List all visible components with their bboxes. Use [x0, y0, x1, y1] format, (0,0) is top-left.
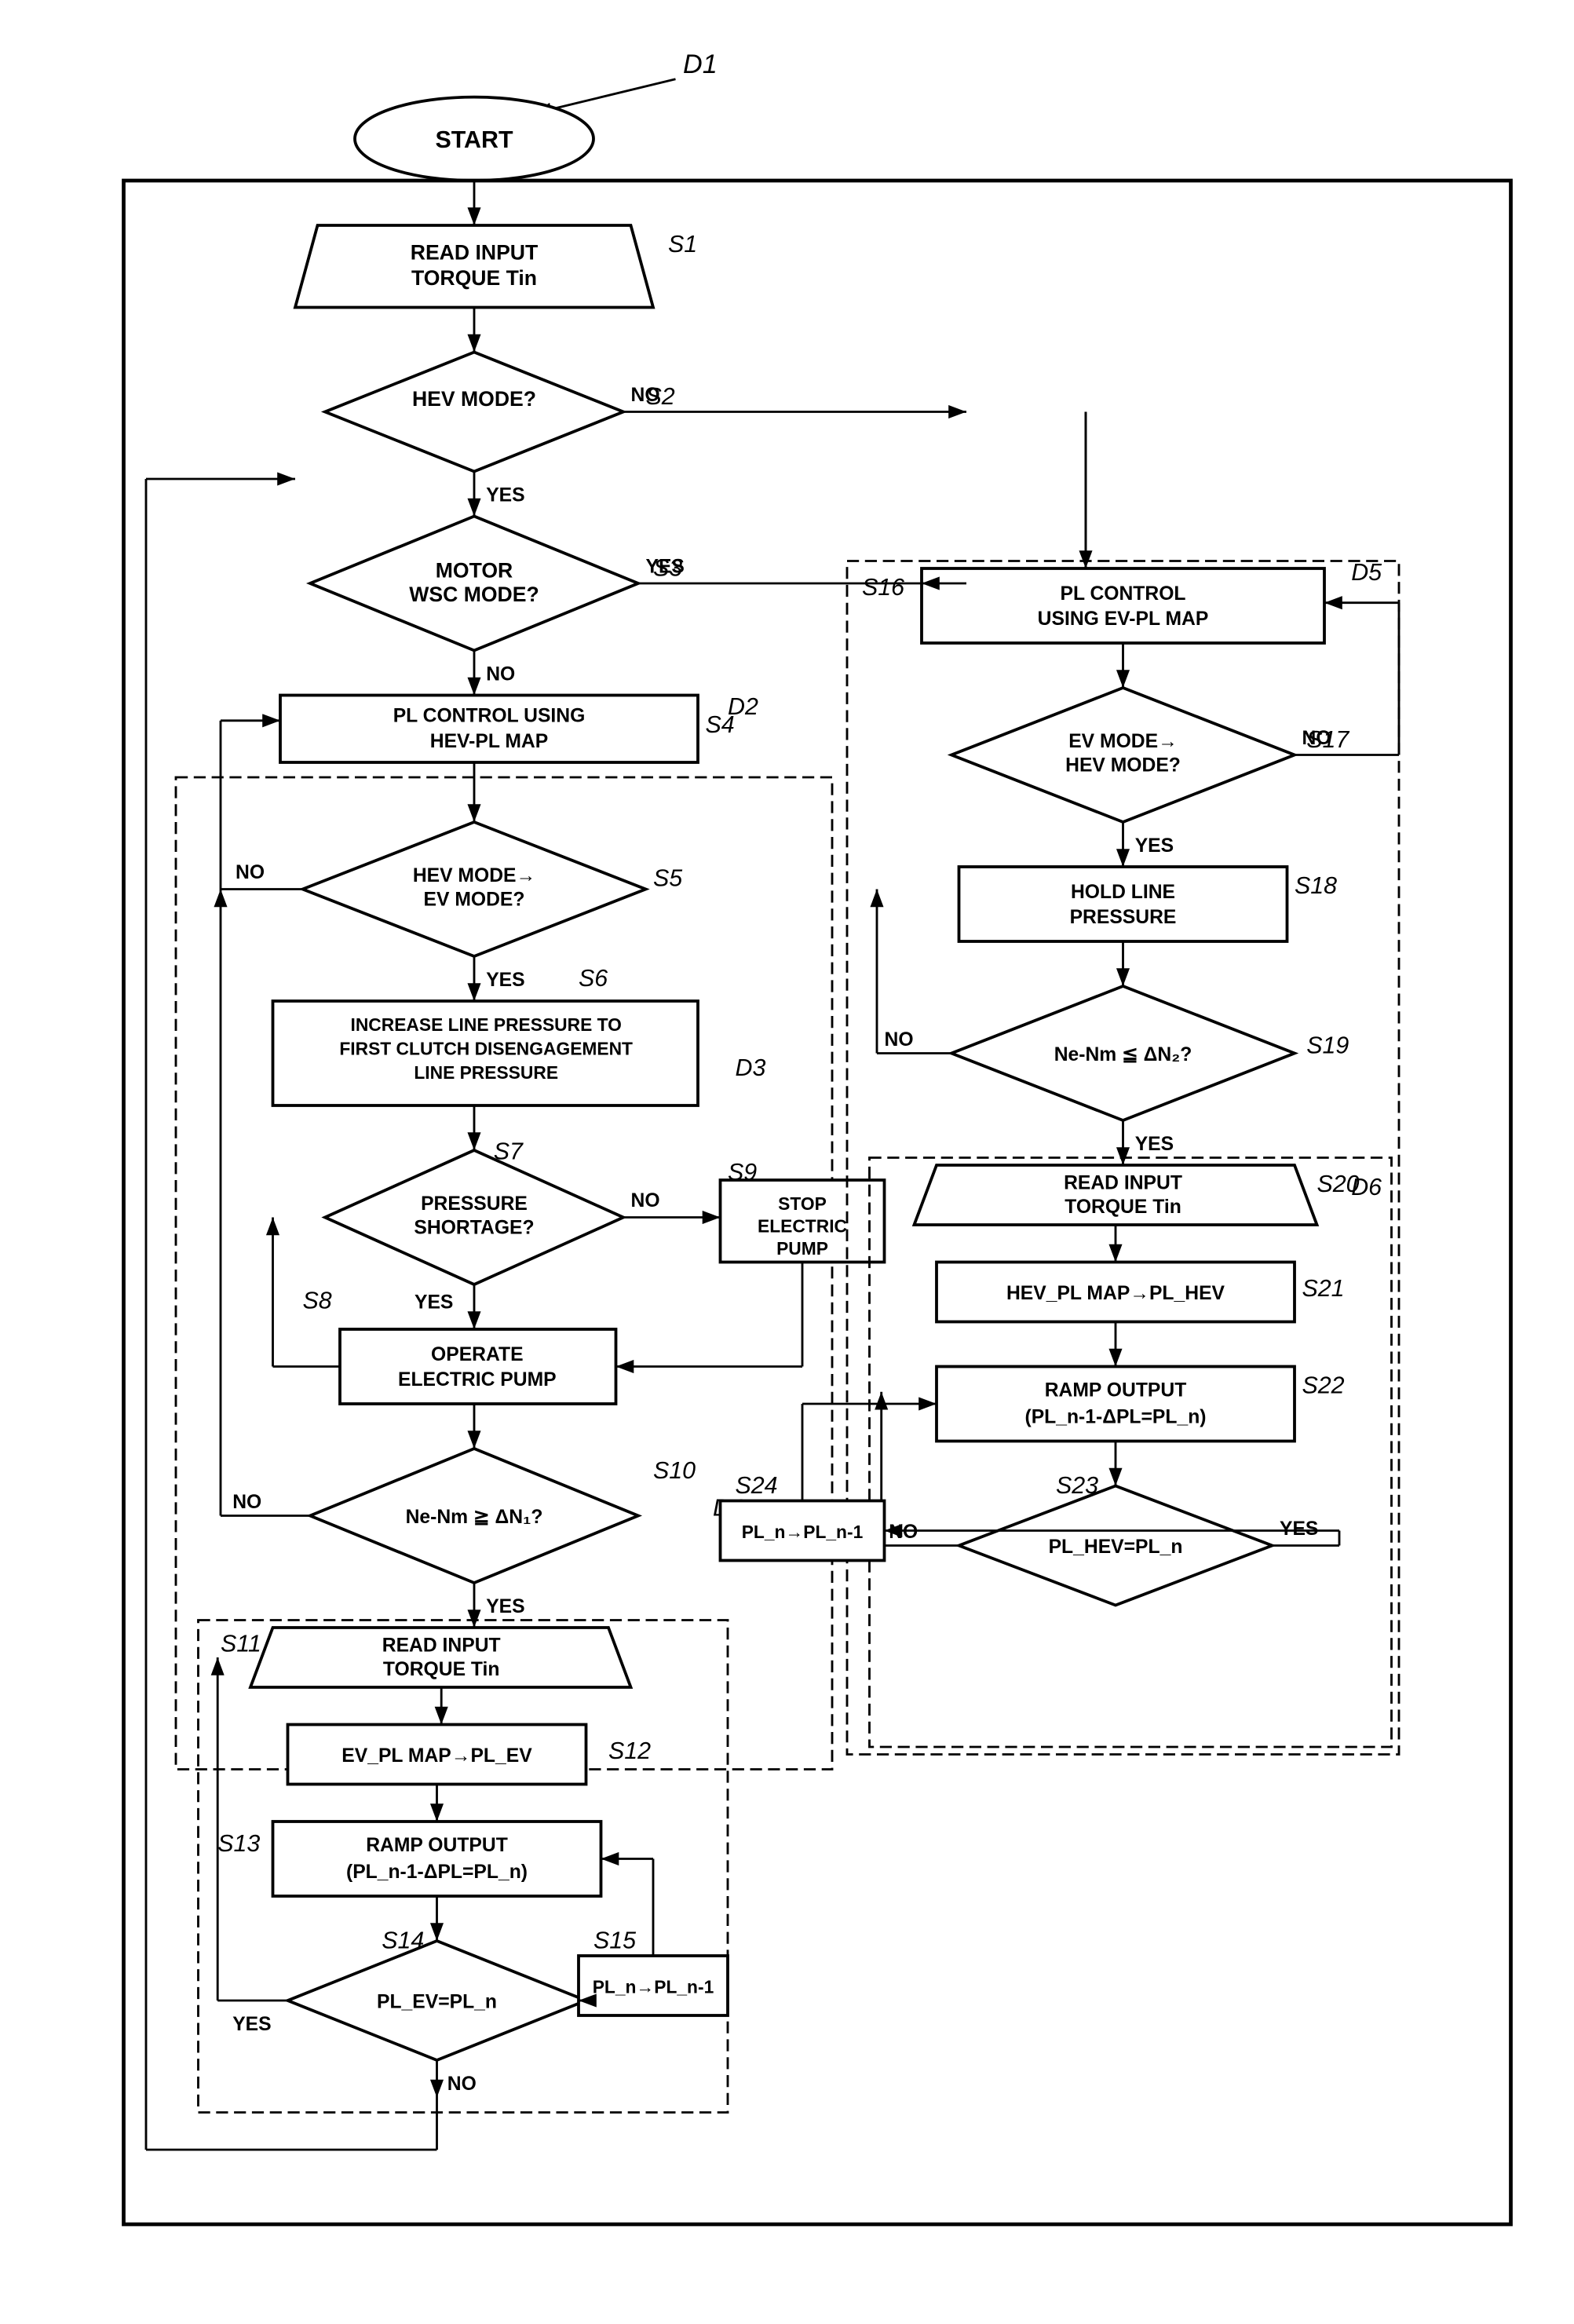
- diagram-container: D1 START READ INPUT TORQUE Tin S1 HEV MO…: [42, 31, 1533, 2243]
- s18-node: [959, 867, 1287, 941]
- s9-text-line3: PUMP: [776, 1238, 828, 1259]
- s20-text-line1: READ INPUT: [1064, 1172, 1182, 1193]
- s5-yes-label: YES: [486, 970, 524, 991]
- d1-label: D1: [683, 49, 718, 79]
- s19-text: Ne-Nm ≦ ΔN₂?: [1054, 1044, 1192, 1065]
- s18-label: S18: [1295, 872, 1337, 899]
- s9-text-line1: STOP: [778, 1193, 827, 1214]
- s18-text-line1: HOLD LINE: [1070, 882, 1174, 903]
- s6-text-line3: LINE PRESSURE: [414, 1062, 558, 1083]
- s22-node: [937, 1367, 1295, 1442]
- s13-node: [272, 1822, 601, 1896]
- s17-yes-label: YES: [1134, 835, 1173, 857]
- s15-label: S15: [593, 1928, 636, 1954]
- s10-no-label: NO: [232, 1492, 261, 1513]
- s19-no-label: NO: [884, 1029, 913, 1051]
- s7-no-label: NO: [630, 1190, 659, 1211]
- s17-text-line1: EV MODE→: [1068, 731, 1178, 752]
- s14-yes-label: YES: [232, 2014, 271, 2035]
- s12-label: S12: [608, 1738, 651, 1764]
- s1-label: S1: [668, 231, 697, 258]
- s16-text-line1: PL CONTROL: [1060, 583, 1185, 605]
- s23-text: PL_HEV=PL_n: [1048, 1537, 1182, 1558]
- s22-text-line2: (PL_n-1-ΔPL=PL_n): [1024, 1407, 1206, 1428]
- s8-node: [340, 1329, 616, 1404]
- d3-label: D3: [735, 1054, 765, 1081]
- s4-text-line2: HEV-PL MAP: [429, 731, 547, 752]
- s13-text-line1: RAMP OUTPUT: [366, 1835, 508, 1856]
- s8-text-line1: OPERATE: [431, 1344, 524, 1365]
- s10-label: S10: [653, 1457, 696, 1484]
- s17-text-line2: HEV MODE?: [1065, 755, 1181, 776]
- s13-label: S13: [217, 1830, 260, 1857]
- s23-yes-label: YES: [1280, 1518, 1318, 1540]
- s20-text-line2: TORQUE Tin: [1065, 1197, 1181, 1218]
- s22-text-line1: RAMP OUTPUT: [1044, 1380, 1186, 1401]
- s11-text-line1: READ INPUT: [382, 1635, 500, 1656]
- s19-yes-label: YES: [1134, 1134, 1173, 1155]
- d5-label: D5: [1351, 559, 1382, 586]
- s23-label: S23: [1056, 1472, 1098, 1499]
- s7-text-line2: SHORTAGE?: [414, 1217, 534, 1238]
- s14-label: S14: [382, 1928, 424, 1954]
- s15-text: PL_n→PL_n-1: [592, 1977, 714, 1997]
- start-label: START: [435, 126, 513, 153]
- s20-label: S20: [1317, 1171, 1359, 1197]
- s24-label: S24: [735, 1472, 777, 1499]
- s4-text-line1: PL CONTROL USING: [393, 706, 585, 727]
- s6-label-top: S6: [579, 965, 608, 992]
- s11-text-line2: TORQUE Tin: [382, 1659, 499, 1680]
- s1-text-line1: READ INPUT: [410, 241, 538, 265]
- s21-label: S21: [1302, 1275, 1344, 1302]
- s24-text: PL_n→PL_n-1: [741, 1522, 863, 1542]
- s2-yes-label: YES: [486, 485, 524, 506]
- s4-label: S4: [705, 711, 734, 738]
- s5-no-label: NO: [236, 862, 265, 883]
- s5-text-line1: HEV MODE→: [412, 865, 535, 886]
- s7-text-line1: PRESSURE: [421, 1193, 528, 1215]
- s16-text-line2: USING EV-PL MAP: [1037, 608, 1208, 630]
- s7-label: S7: [493, 1138, 523, 1164]
- s2-no-label: NO: [630, 385, 659, 406]
- s3-text-line1: MOTOR: [435, 558, 513, 582]
- s12-text: EV_PL MAP→PL_EV: [341, 1745, 532, 1767]
- s19-label: S19: [1306, 1032, 1349, 1059]
- s21-text: HEV_PL MAP→PL_HEV: [1006, 1283, 1225, 1304]
- s6-text-line1: INCREASE LINE PRESSURE TO: [350, 1014, 621, 1035]
- s17-no-label: NO: [1302, 728, 1331, 749]
- s3-text-line2: WSC MODE?: [409, 583, 539, 606]
- flowchart-svg: D1 START READ INPUT TORQUE Tin S1 HEV MO…: [42, 31, 1533, 2239]
- s11-label: S11: [221, 1630, 261, 1657]
- s8-label: S8: [302, 1287, 331, 1314]
- s16-node: [922, 568, 1324, 643]
- s14-text: PL_EV=PL_n: [377, 1992, 497, 2013]
- s10-text: Ne-Nm ≧ ΔN₁?: [405, 1507, 542, 1528]
- s22-label: S22: [1302, 1372, 1344, 1399]
- s3-yes-label: YES: [645, 557, 684, 578]
- s13-text-line2: (PL_n-1-ΔPL=PL_n): [345, 1862, 527, 1883]
- s9-text-line2: ELECTRIC: [758, 1216, 847, 1237]
- s1-text-line2: TORQUE Tin: [411, 266, 536, 290]
- s6-text-line2: FIRST CLUTCH DISENGAGEMENT: [339, 1038, 633, 1058]
- s3-no-label: NO: [486, 664, 515, 685]
- s5-text-line2: EV MODE?: [423, 889, 524, 910]
- s14-no-label: NO: [447, 2074, 476, 2095]
- s2-text: HEV MODE?: [411, 387, 535, 411]
- s16-label: S16: [862, 574, 904, 601]
- s8-text-line2: ELECTRIC PUMP: [397, 1369, 556, 1390]
- s5-label: S5: [653, 865, 682, 892]
- s10-yes-label: YES: [486, 1596, 524, 1617]
- s7-yes-label: YES: [414, 1292, 453, 1313]
- s18-text-line2: PRESSURE: [1069, 907, 1176, 928]
- s23-no-label: NO: [889, 1522, 918, 1543]
